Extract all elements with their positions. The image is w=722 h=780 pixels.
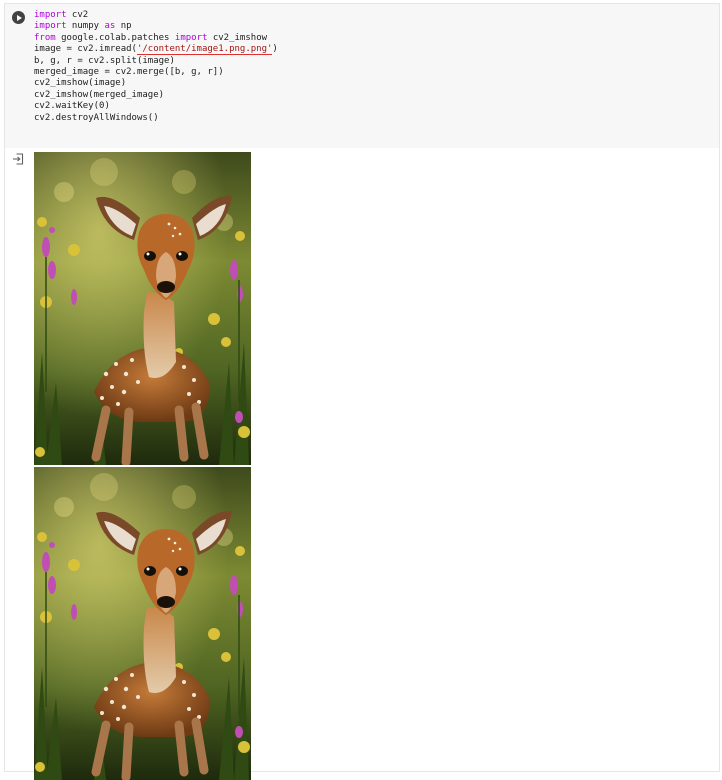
- code-token: cv2_imshow(merged_image): [34, 89, 165, 100]
- code-token: google.colab.patches: [55, 32, 175, 43]
- fawn-in-wildflower-meadow-image: [34, 152, 251, 465]
- code-token: cv2: [66, 10, 89, 20]
- output-image-merged-image: [34, 467, 251, 780]
- code-line: cv2_imshow(image): [34, 78, 126, 88]
- code-token: image = cv2.imread(: [34, 44, 137, 55]
- code-token: numpy: [66, 21, 105, 32]
- code-line: b, g, r = cv2.split(image): [34, 56, 175, 66]
- output-arrow-icon[interactable]: [12, 153, 24, 165]
- run-cell-icon[interactable]: [12, 11, 25, 24]
- output-image-image: [34, 152, 251, 465]
- code-line: import cv2: [34, 10, 88, 20]
- code-token: cv2.waitKey(0): [34, 101, 110, 112]
- code-token: cv2.destroyAllWindows(): [34, 112, 159, 123]
- code-token: b, g, r = cv2.split(image): [34, 55, 175, 66]
- code-editor[interactable]: import cv2 import numpy as np from googl…: [5, 4, 719, 148]
- code-line: image = cv2.imread('/content/image1.png.…: [34, 44, 278, 56]
- code-string: '/content/image1.png.png': [136, 44, 273, 56]
- cell-output: [34, 152, 252, 780]
- code-token: cv2_imshow: [207, 32, 268, 43]
- code-token: np: [115, 21, 132, 32]
- notebook-cell: import cv2 import numpy as np from googl…: [4, 3, 720, 780]
- code-line: cv2.waitKey(0): [34, 101, 110, 111]
- code-line: from google.colab.patches import cv2_ims…: [34, 33, 267, 43]
- code-line: merged_image = cv2.merge([b, g, r]): [34, 67, 224, 77]
- code-line: import numpy as np: [34, 21, 132, 31]
- code-keyword: as: [104, 21, 116, 32]
- code-token: ): [272, 44, 278, 55]
- code-keyword: import: [34, 21, 67, 32]
- code-token: cv2_imshow(image): [34, 78, 127, 89]
- code-line: cv2.destroyAllWindows(): [34, 113, 159, 123]
- code-line: cv2_imshow(merged_image): [34, 90, 164, 100]
- code-keyword: from: [34, 32, 56, 43]
- code-keyword: import: [174, 32, 208, 43]
- code-keyword: import: [34, 10, 67, 20]
- fawn-in-wildflower-meadow-image: [34, 467, 251, 780]
- code-text[interactable]: import cv2 import numpy as np from googl…: [34, 10, 278, 124]
- code-token: merged_image = cv2.merge([b, g, r]): [34, 67, 224, 78]
